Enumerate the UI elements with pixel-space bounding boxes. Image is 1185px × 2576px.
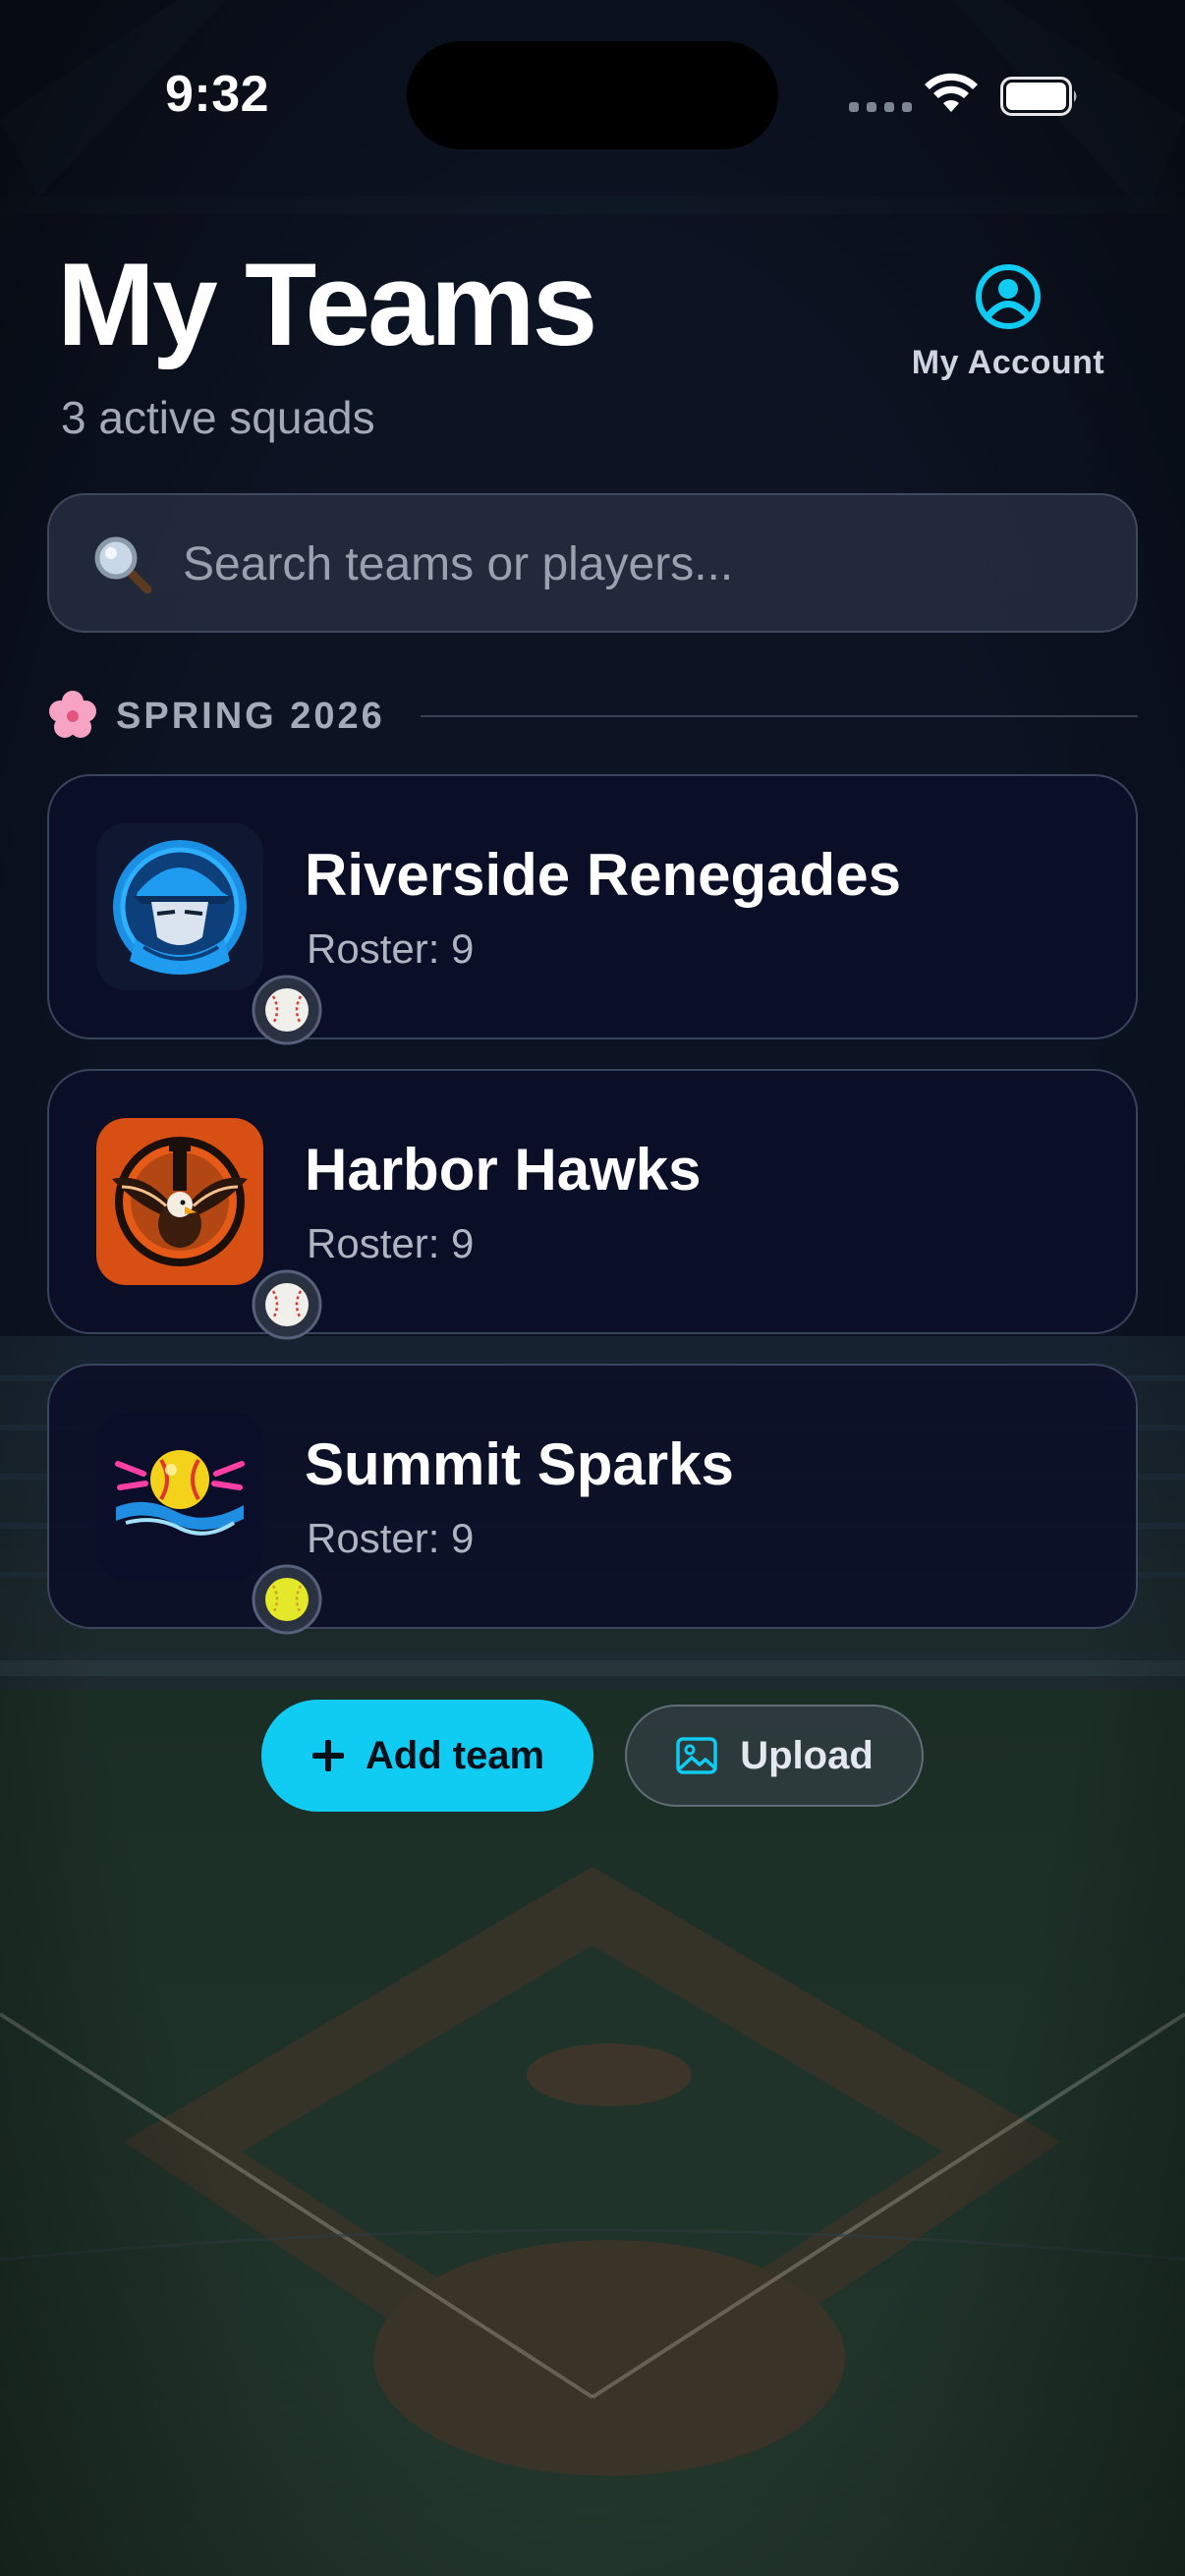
season-section-header: SPRING 2026: [47, 688, 1138, 747]
battery-icon: [1000, 77, 1077, 116]
page-title: My Teams: [57, 239, 597, 370]
dynamic-island: [407, 41, 778, 149]
team-logo-container: [96, 1118, 322, 1340]
team-logo-container: [96, 1413, 322, 1635]
team-roster-count: Roster: 9: [307, 1515, 475, 1561]
my-account-button[interactable]: My Account: [898, 263, 1118, 382]
hawks-logo: [96, 1118, 263, 1285]
team-card-riverside-renegades[interactable]: Riverside Renegades Roster: 9: [47, 774, 1138, 1045]
upload-label: Upload: [740, 1733, 874, 1777]
plus-icon: [311, 1740, 344, 1771]
baseball-icon: [252, 1269, 322, 1340]
team-roster-count: Roster: 9: [307, 925, 475, 972]
team-name: Summit Sparks: [305, 1431, 734, 1497]
search-input[interactable]: [183, 525, 1106, 603]
sparks-logo: [96, 1413, 263, 1580]
team-logo-container: [96, 823, 322, 1045]
status-bar: 9:32: [0, 0, 1185, 196]
status-time: 9:32: [165, 66, 270, 123]
image-icon: [676, 1737, 717, 1774]
add-team-label: Add team: [365, 1733, 545, 1777]
my-account-label: My Account: [911, 344, 1105, 381]
team-roster-count: Roster: 9: [307, 1220, 475, 1266]
cherry-blossom-icon: [49, 691, 96, 738]
renegades-logo: [96, 823, 263, 990]
team-card-summit-sparks[interactable]: Summit Sparks Roster: 9: [47, 1364, 1138, 1635]
add-team-button[interactable]: Add team: [261, 1700, 593, 1812]
wifi-icon: [925, 73, 978, 112]
active-squads-count: 3 active squads: [61, 392, 375, 443]
search-icon: [94, 536, 152, 594]
team-name: Harbor Hawks: [305, 1137, 702, 1203]
team-name: Riverside Renegades: [305, 842, 901, 908]
account-icon: [976, 264, 1041, 329]
baseball-icon: [252, 975, 322, 1045]
softball-icon: [252, 1564, 322, 1635]
season-title: SPRING 2026: [116, 696, 385, 737]
search-bar[interactable]: [47, 493, 1138, 633]
team-card-harbor-hawks[interactable]: Harbor Hawks Roster: 9: [47, 1069, 1138, 1340]
cellular-signal-icon: [849, 102, 912, 112]
section-divider: [421, 715, 1138, 717]
upload-button[interactable]: Upload: [625, 1705, 924, 1807]
